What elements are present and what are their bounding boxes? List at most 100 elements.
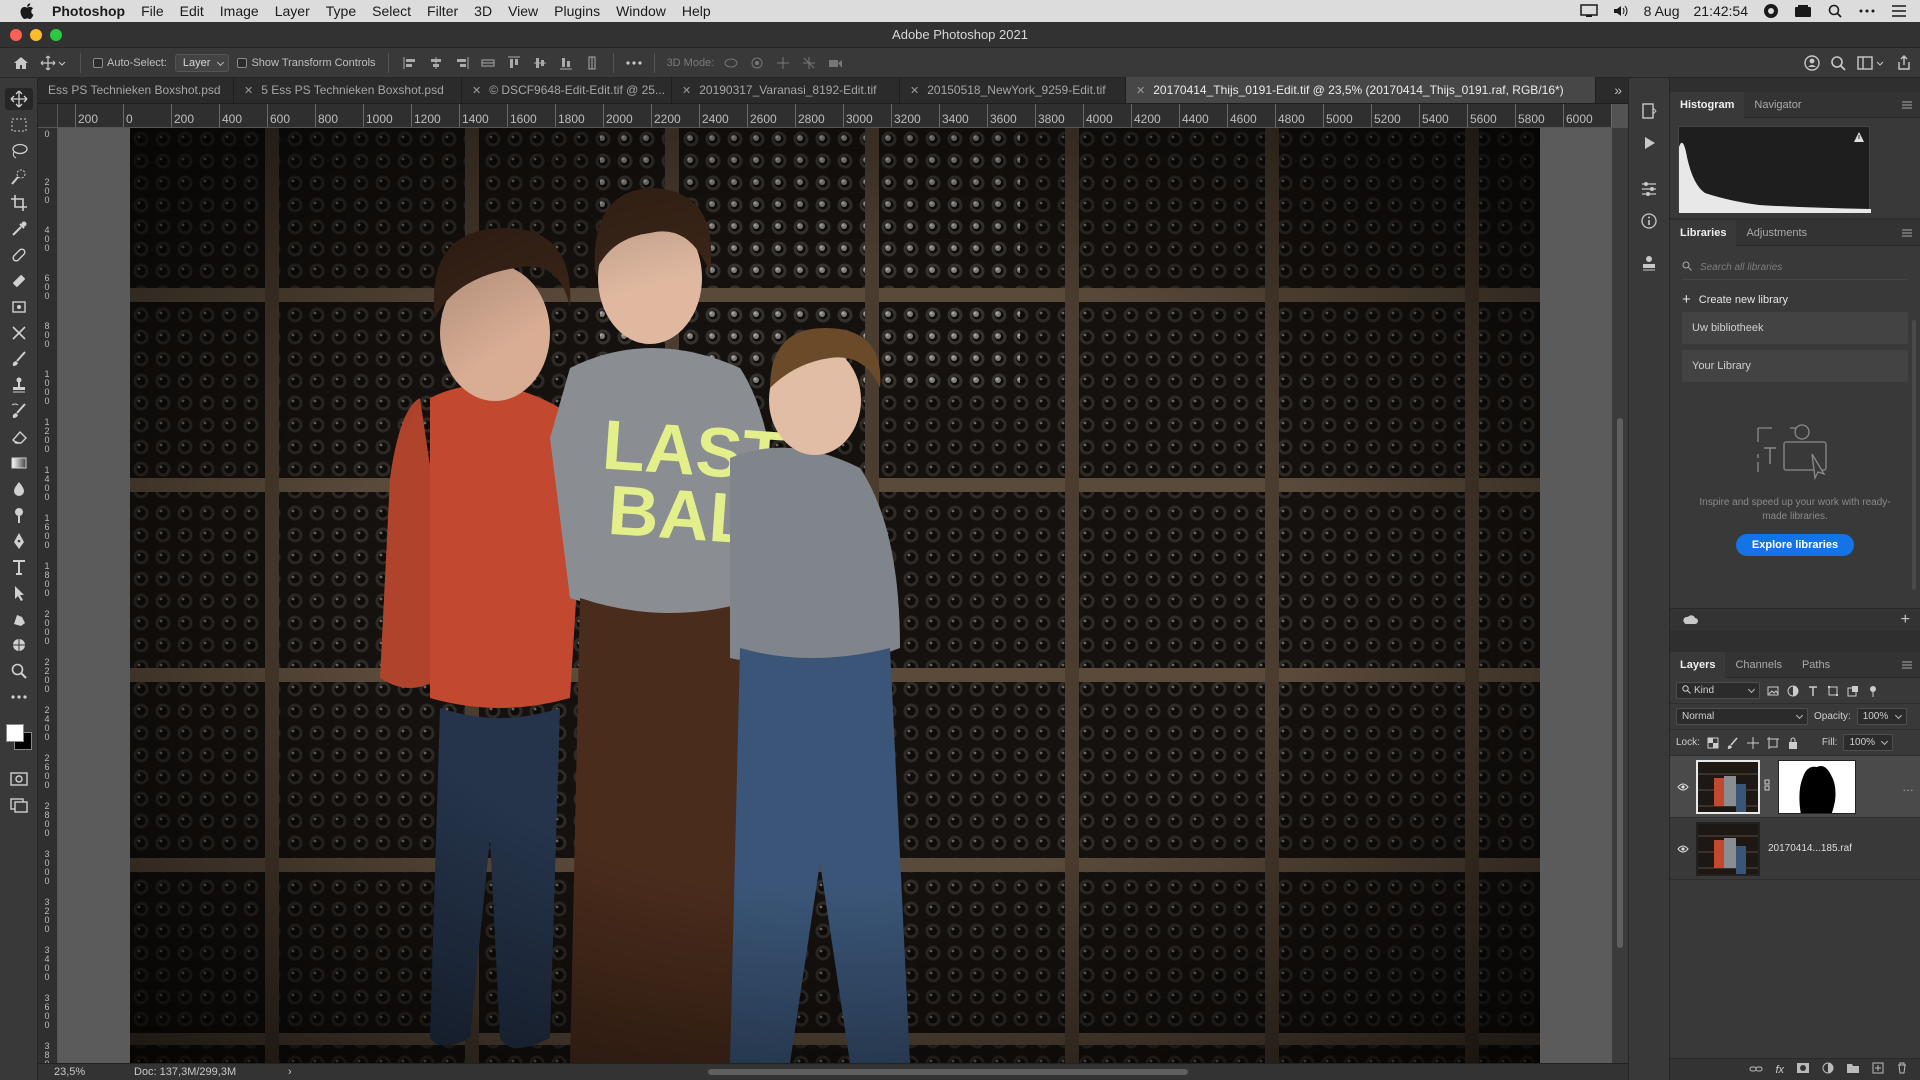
3d-camera-icon[interactable]: [826, 54, 844, 72]
vertical-scroll-thumb[interactable]: [1617, 418, 1623, 948]
more-tabs-chevron-icon[interactable]: »: [1614, 82, 1622, 98]
add-mask-icon[interactable]: [1796, 1062, 1810, 1077]
panel-menu-icon[interactable]: [1902, 228, 1912, 240]
3d-slide-icon[interactable]: [800, 54, 818, 72]
clone-stamp-tool-icon[interactable]: [5, 374, 33, 396]
align-middle-v-icon[interactable]: [531, 54, 549, 72]
hand-tool-icon[interactable]: [5, 634, 33, 656]
lock-all-icon[interactable]: [1786, 736, 1800, 750]
menu-plugins[interactable]: Plugins: [546, 3, 608, 19]
share-icon[interactable]: [1896, 53, 1912, 73]
layer-thumbnail[interactable]: [1696, 821, 1760, 876]
close-tab-icon[interactable]: ✕: [682, 84, 691, 97]
tab-libraries[interactable]: Libraries: [1670, 219, 1737, 246]
link-layers-icon[interactable]: [1749, 1063, 1763, 1077]
panel-menu-icon[interactable]: [1902, 100, 1912, 112]
quick-mask-icon[interactable]: [5, 768, 33, 790]
mask-link-icon[interactable]: [1764, 779, 1770, 794]
zoom-tool-icon[interactable]: [5, 660, 33, 682]
creative-cloud-icon[interactable]: [1762, 4, 1780, 18]
layer-filter-kind-dropdown[interactable]: Kind: [1676, 682, 1760, 699]
vertical-scrollbar[interactable]: [1612, 128, 1628, 1063]
type-tool-icon[interactable]: [5, 556, 33, 578]
doc-tab-2[interactable]: ✕ © DSCF9648-Edit-Edit.tif @ 25...: [462, 77, 672, 103]
shape-tool-icon[interactable]: [5, 608, 33, 630]
warning-icon[interactable]: [1853, 131, 1865, 146]
doc-tab-4[interactable]: ✕ 20150518_NewYork_9259-Edit.tif: [900, 77, 1126, 103]
blend-mode-dropdown[interactable]: Normal: [1676, 708, 1808, 725]
dodge-tool-icon[interactable]: [5, 504, 33, 526]
filter-smart-object-icon[interactable]: [1846, 684, 1860, 698]
gradient-tool-icon[interactable]: [5, 452, 33, 474]
menu-layer[interactable]: Layer: [267, 3, 318, 19]
patch-tool-icon[interactable]: [5, 296, 33, 318]
color-swatches[interactable]: [4, 722, 34, 756]
brush-tool-icon[interactable]: [5, 348, 33, 370]
distribute-h-icon[interactable]: [479, 54, 497, 72]
tab-paths[interactable]: Paths: [1792, 652, 1840, 678]
horizontal-scroll-thumb[interactable]: [708, 1069, 1188, 1075]
menu-view[interactable]: View: [500, 3, 546, 19]
lock-image-brush-icon[interactable]: [1726, 736, 1740, 750]
menu-app-photoshop[interactable]: Photoshop: [48, 3, 133, 19]
eyedropper-tool-icon[interactable]: [5, 218, 33, 240]
lock-transparent-icon[interactable]: [1706, 736, 1720, 750]
close-window-button[interactable]: [10, 29, 22, 41]
menu-edit[interactable]: Edit: [172, 3, 212, 19]
layer-style-fx-icon[interactable]: fx: [1775, 1064, 1784, 1076]
workspace-icon[interactable]: [1856, 53, 1886, 73]
spotlight-search-icon[interactable]: [1826, 4, 1844, 18]
quick-selection-tool-icon[interactable]: [5, 166, 33, 188]
layer-mask-thumbnail[interactable]: [1778, 759, 1856, 814]
content-aware-move-tool-icon[interactable]: [5, 322, 33, 344]
delete-layer-trash-icon[interactable]: [1896, 1062, 1908, 1077]
move-tool-icon[interactable]: [4, 88, 33, 110]
apple-icon[interactable]: [16, 0, 38, 22]
cloud-user-icon[interactable]: [1804, 53, 1820, 73]
close-tab-icon[interactable]: ✕: [910, 84, 919, 97]
create-new-library-button[interactable]: + Create new library: [1682, 292, 1908, 307]
library-search-placeholder[interactable]: Search all libraries: [1700, 262, 1782, 273]
auto-select-check-box[interactable]: [93, 57, 103, 68]
vertical-ruler[interactable]: 0 2 0 0 4 0 0 6 0 0 8 0 0 1 0 0 0 1 2 0 0 1 4 0…: [38, 128, 58, 1063]
spot-healing-tool-icon[interactable]: [5, 244, 33, 266]
close-tab-icon[interactable]: ✕: [1136, 84, 1145, 97]
canvas-area[interactable]: LAST BALL: [58, 128, 1612, 1063]
status-chevron-icon[interactable]: ›: [288, 1066, 292, 1078]
eraser-tool-icon[interactable]: [5, 426, 33, 448]
auto-select-target-dropdown[interactable]: Layer: [174, 53, 230, 72]
info-icon[interactable]: [1638, 210, 1660, 232]
history-brush-tool-icon[interactable]: [5, 400, 33, 422]
blur-tool-icon[interactable]: [5, 478, 33, 500]
panel-menu-icon[interactable]: [1902, 660, 1912, 672]
ruler-origin[interactable]: [38, 104, 58, 128]
volume-icon[interactable]: [1612, 4, 1630, 18]
doc-tab-1[interactable]: ✕ 5 Ess PS Technieken Boxshot.psd: [234, 77, 462, 103]
doc-tab-0[interactable]: Ess PS Technieken Boxshot.psd: [38, 77, 234, 103]
menu-3d[interactable]: 3D: [466, 3, 500, 19]
pen-tool-icon[interactable]: [5, 530, 33, 552]
history-panel-icon[interactable]: [1638, 100, 1660, 122]
more-options-icon[interactable]: [625, 53, 642, 73]
close-tab-icon[interactable]: ✕: [244, 84, 253, 97]
filter-shape-icon[interactable]: [1826, 684, 1840, 698]
filter-pixel-icon[interactable]: [1766, 684, 1780, 698]
tab-channels[interactable]: Channels: [1725, 652, 1791, 678]
move-tool-preset-icon[interactable]: [38, 53, 68, 73]
actions-play-icon[interactable]: [1638, 132, 1660, 154]
more-dots-icon[interactable]: [1858, 4, 1876, 18]
notification-center-icon[interactable]: [1890, 4, 1908, 18]
layer-name[interactable]: 20170414...185.raf: [1768, 843, 1852, 854]
properties-sliders-icon[interactable]: [1638, 178, 1660, 200]
foreground-color-swatch[interactable]: [5, 724, 24, 742]
zoom-level[interactable]: 23,5%: [38, 1066, 108, 1078]
show-transform-controls-checkbox[interactable]: Show Transform Controls: [237, 53, 376, 73]
crop-tool-icon[interactable]: [5, 192, 33, 214]
3d-orbit-icon[interactable]: [722, 54, 740, 72]
explore-libraries-button[interactable]: Explore libraries: [1736, 534, 1854, 556]
fill-field[interactable]: 100%: [1843, 734, 1894, 751]
filter-adjustment-icon[interactable]: [1786, 684, 1800, 698]
cloud-sync-icon[interactable]: [1682, 614, 1698, 629]
opacity-value[interactable]: 100%: [1863, 711, 1889, 722]
horizontal-ruler[interactable]: 200 0 200 400 600 800 1000 1200 1400 1600 1800 2000…: [58, 104, 1612, 128]
